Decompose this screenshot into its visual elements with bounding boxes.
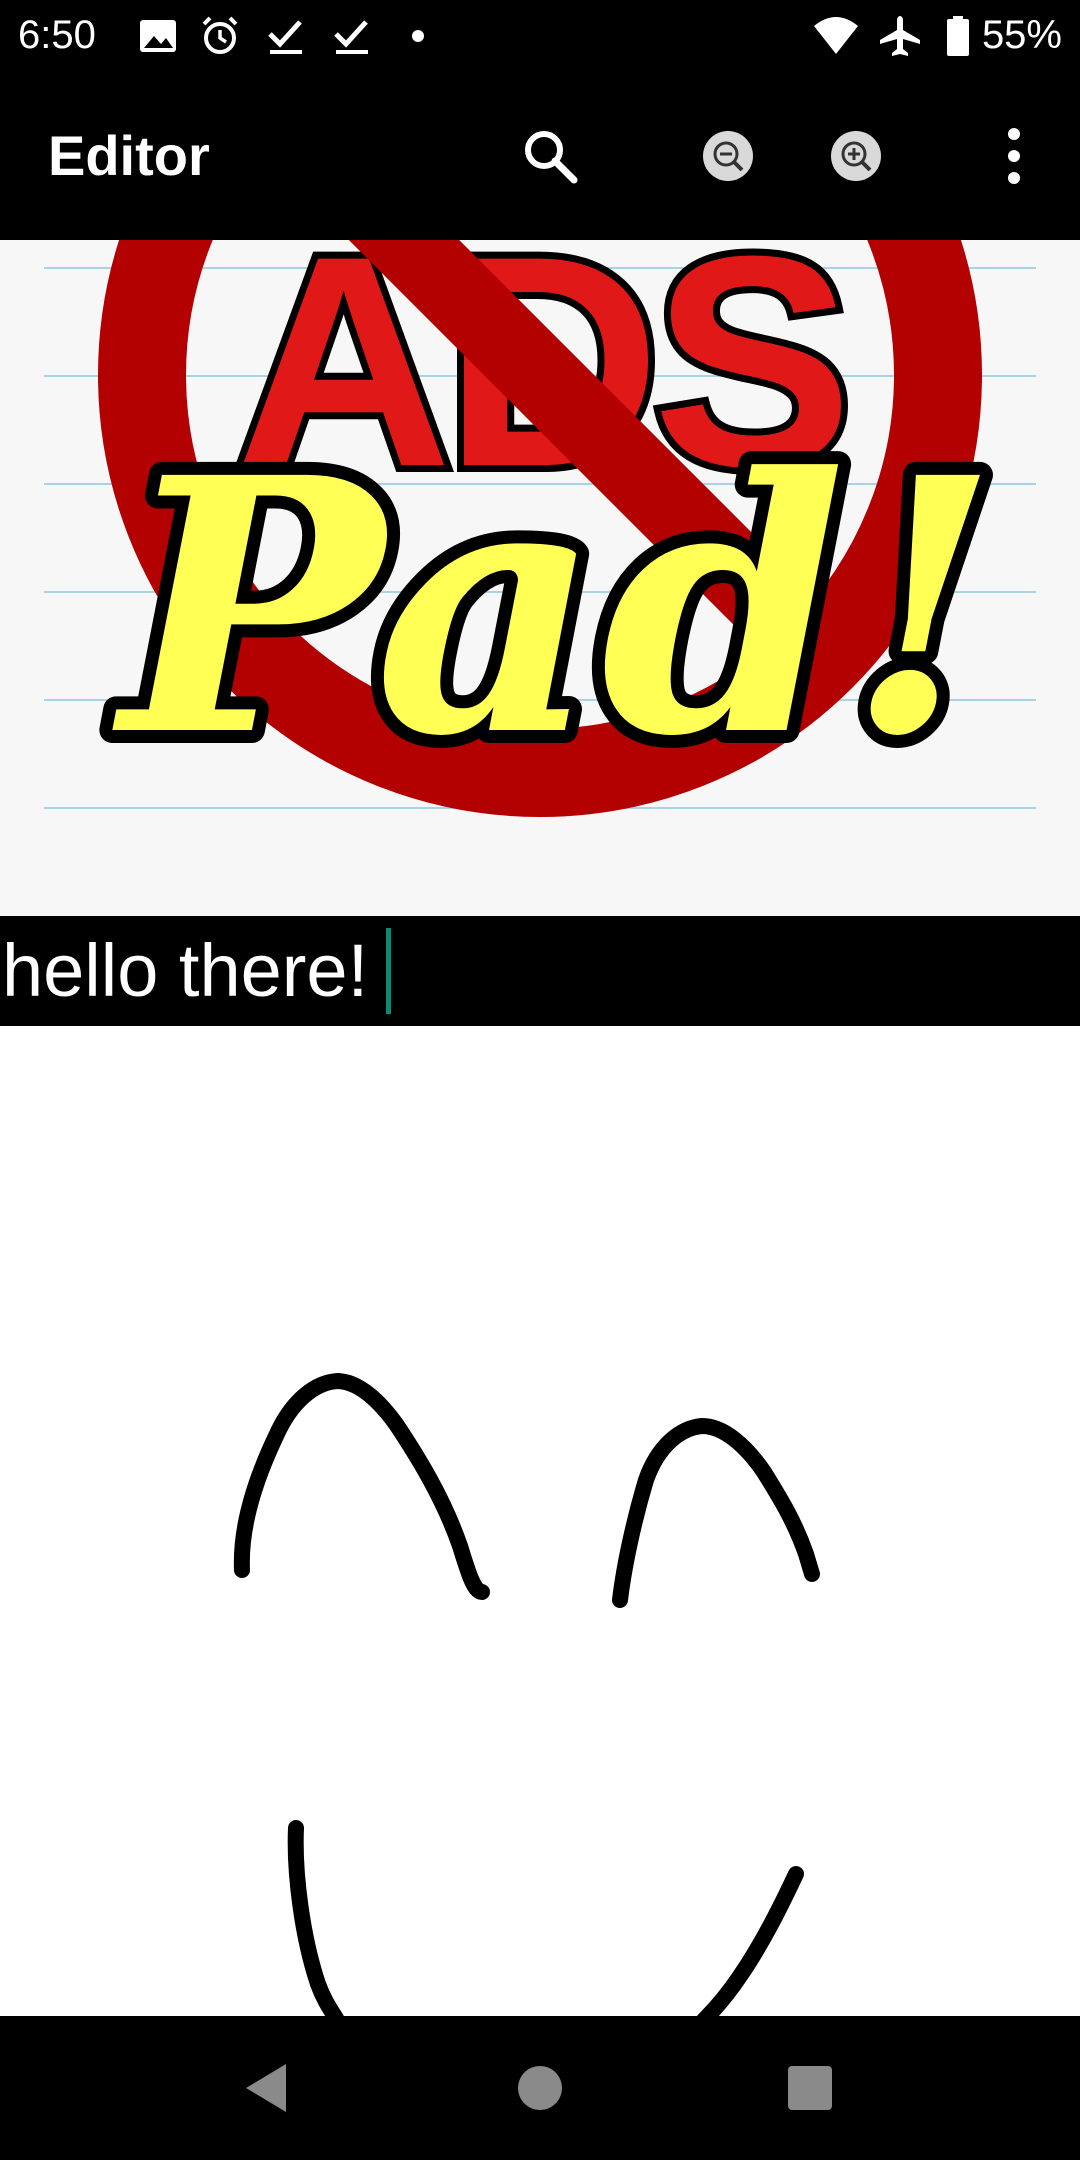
- status-time: 6:50: [18, 13, 96, 57]
- search-icon: [525, 131, 578, 184]
- recents-button[interactable]: [762, 2040, 858, 2136]
- app-bar: Editor: [0, 72, 1080, 240]
- drawn-stroke-mouth-right: [697, 1866, 804, 2016]
- drawn-stroke-right-eye: [612, 1418, 820, 1608]
- editor-text: hello there!: [2, 929, 369, 1012]
- navigation-bar: [0, 2016, 1080, 2160]
- back-button[interactable]: [218, 2040, 314, 2136]
- recents-icon: [788, 2066, 832, 2110]
- drawn-stroke-left-eye: [233, 1373, 490, 1600]
- zoom-out-icon: [703, 131, 753, 181]
- image-icon: [136, 14, 180, 58]
- text-editor-field[interactable]: hello there!: [0, 916, 1080, 1026]
- checkmark-icon: [264, 14, 308, 58]
- back-icon: [246, 2064, 286, 2112]
- home-button[interactable]: [492, 2040, 588, 2136]
- zoom-out-button[interactable]: [692, 120, 764, 192]
- drawn-stroke-mouth-left: [287, 1820, 344, 2016]
- zoom-in-icon: [831, 131, 881, 181]
- more-vert-icon: [1008, 128, 1020, 184]
- battery-icon: [944, 14, 972, 58]
- more-options-button[interactable]: [978, 120, 1050, 192]
- search-button[interactable]: [514, 120, 586, 192]
- battery-percentage: 55%: [981, 13, 1062, 57]
- drawing-canvas[interactable]: [0, 1026, 1080, 2016]
- checkmark-icon: [330, 14, 374, 58]
- alarm-icon: [198, 14, 242, 58]
- pad-logo-text: Pad!: [110, 401, 1000, 813]
- zoom-in-button[interactable]: [820, 120, 892, 192]
- no-ads-pad-banner: ADS Pad!: [0, 240, 1080, 916]
- app-title: Editor: [48, 124, 210, 187]
- wifi-icon: [812, 14, 860, 58]
- airplane-mode-icon: [878, 14, 922, 58]
- text-caret: [386, 928, 392, 1014]
- home-icon: [518, 2066, 562, 2110]
- status-bar: 6:50 55%: [0, 0, 1080, 72]
- notification-dot-icon: [396, 14, 440, 58]
